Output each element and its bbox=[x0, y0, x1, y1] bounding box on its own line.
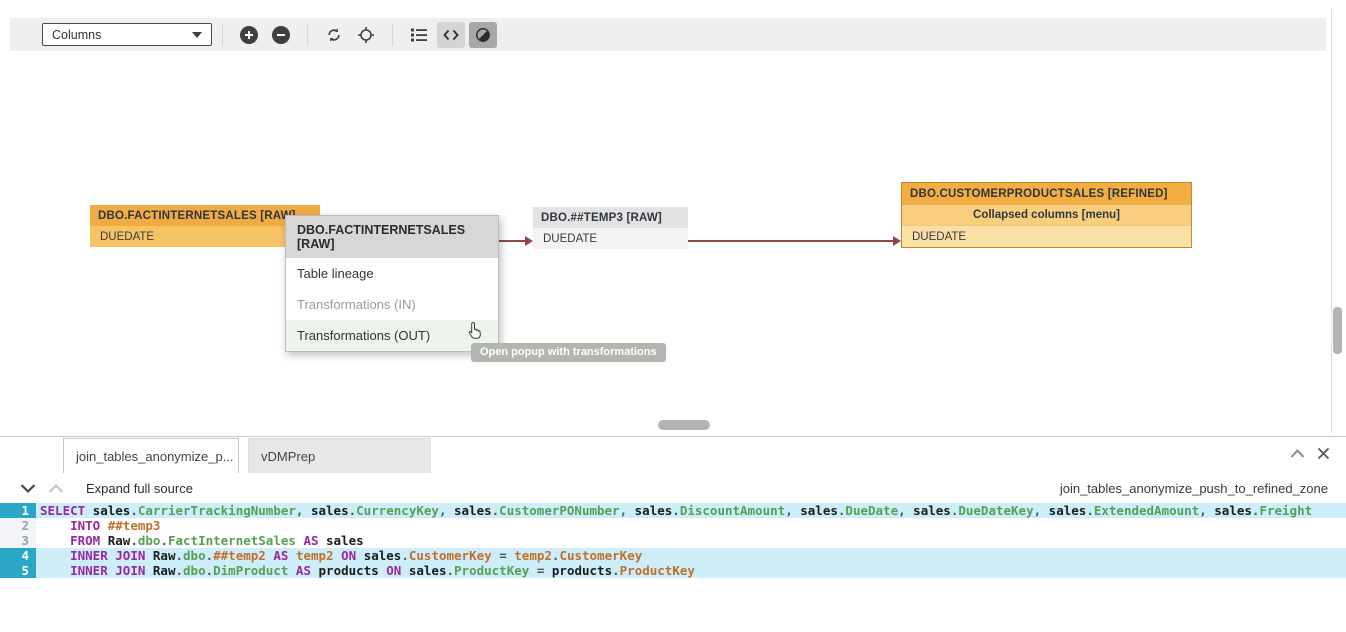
contrast-icon bbox=[475, 27, 491, 43]
arrowhead-icon bbox=[893, 236, 901, 246]
line-number: 4 bbox=[0, 548, 36, 563]
code-icon bbox=[443, 29, 459, 41]
context-menu-title: DBO.FACTINTERNETSALES [RAW] bbox=[286, 216, 498, 258]
code-view-button[interactable] bbox=[437, 22, 465, 48]
minus-circle-icon bbox=[272, 26, 290, 44]
tab-join-tables-anonymize[interactable]: join_tables_anonymize_p... bbox=[63, 438, 239, 473]
column-row-duedate[interactable]: DUEDATE bbox=[533, 228, 688, 249]
hand-cursor-icon bbox=[467, 321, 484, 345]
code-line: 4 INNER JOIN Raw.dbo.##temp2 AS temp2 ON… bbox=[0, 548, 1346, 563]
close-panel-icon[interactable] bbox=[1317, 447, 1330, 460]
zoom-out-button[interactable] bbox=[267, 22, 295, 48]
code-line: 3 FROM Raw.dbo.FactInternetSales AS sale… bbox=[0, 533, 1346, 548]
tab-label: join_tables_anonymize_p... bbox=[76, 449, 234, 464]
line-number: 2 bbox=[0, 518, 36, 533]
refresh-icon bbox=[325, 26, 343, 44]
code-text: SELECT sales.CarrierTrackingNumber, sale… bbox=[36, 503, 1312, 518]
chevron-down-icon bbox=[192, 32, 202, 38]
line-number: 1 bbox=[0, 503, 36, 518]
chevron-down-icon[interactable] bbox=[20, 483, 36, 494]
collapsed-columns-menu[interactable]: Collapsed columns [menu] bbox=[902, 205, 1191, 226]
crosshair-icon bbox=[357, 26, 375, 44]
table-node-temp3: DBO.##TEMP3 [RAW] DUEDATE bbox=[533, 207, 688, 249]
tooltip: Open popup with transformations bbox=[471, 343, 666, 362]
code-text: INNER JOIN Raw.dbo.##temp2 AS temp2 ON s… bbox=[36, 548, 642, 563]
toolbar-separator bbox=[307, 24, 308, 46]
column-row-duedate[interactable]: DUEDATE bbox=[902, 226, 1191, 247]
expand-full-source-button[interactable]: Expand full source bbox=[86, 481, 193, 496]
menu-item-table-lineage[interactable]: Table lineage bbox=[286, 258, 498, 289]
lineage-edge bbox=[688, 240, 894, 242]
table-node-header[interactable]: DBO.CUSTOMERPRODUCTSALES [REFINED] bbox=[902, 183, 1191, 205]
tab-label: vDMPrep bbox=[261, 449, 315, 464]
vertical-scrollbar-thumb[interactable] bbox=[1333, 307, 1342, 354]
vertical-scrollbar-track bbox=[1331, 10, 1343, 433]
tabs-row: join_tables_anonymize_p... vDMPrep bbox=[0, 437, 1346, 473]
list-view-button[interactable] bbox=[405, 22, 433, 48]
contrast-button[interactable] bbox=[469, 22, 497, 48]
horizontal-scrollbar-thumb[interactable] bbox=[658, 420, 710, 430]
code-line: 5 INNER JOIN Raw.dbo.DimProduct AS produ… bbox=[0, 563, 1346, 578]
fit-view-button[interactable] bbox=[352, 22, 380, 48]
code-text: FROM Raw.dbo.FactInternetSales AS sales bbox=[36, 533, 364, 548]
code-line: 2 INTO ##temp3 bbox=[0, 518, 1346, 533]
collapse-panel-icon[interactable] bbox=[1290, 448, 1305, 459]
lineage-edge bbox=[499, 240, 526, 242]
table-node-header[interactable]: DBO.##TEMP3 [RAW] bbox=[533, 207, 688, 228]
toolbar-separator bbox=[222, 24, 223, 46]
lineage-app-window: Columns bbox=[0, 0, 1346, 632]
menu-item-transformations-in: Transformations (IN) bbox=[286, 289, 498, 320]
canvas-toolbar: Columns bbox=[10, 18, 1326, 51]
code-text: INNER JOIN Raw.dbo.DimProduct AS product… bbox=[36, 563, 695, 578]
source-name-label: join_tables_anonymize_push_to_refined_zo… bbox=[1060, 481, 1328, 496]
sql-code: 1SELECT sales.CarrierTrackingNumber, sal… bbox=[0, 503, 1346, 627]
line-number: 3 bbox=[0, 533, 36, 548]
table-node-customerproductsales: DBO.CUSTOMERPRODUCTSALES [REFINED] Colla… bbox=[901, 182, 1192, 248]
list-icon bbox=[410, 27, 428, 43]
columns-dropdown[interactable]: Columns bbox=[42, 23, 212, 46]
source-panel: join_tables_anonymize_p... vDMPrep E bbox=[0, 437, 1346, 632]
arrowhead-icon bbox=[525, 236, 533, 246]
tab-vdmprep[interactable]: vDMPrep bbox=[248, 438, 431, 473]
zoom-in-button[interactable] bbox=[235, 22, 263, 48]
code-text: INTO ##temp3 bbox=[36, 518, 160, 533]
code-line: 1SELECT sales.CarrierTrackingNumber, sal… bbox=[0, 503, 1346, 518]
chevron-up-icon[interactable] bbox=[48, 483, 64, 494]
line-number: 5 bbox=[0, 563, 36, 578]
toolbar-separator bbox=[392, 24, 393, 46]
refresh-button[interactable] bbox=[320, 22, 348, 48]
panel-controls bbox=[1290, 447, 1330, 460]
plus-circle-icon bbox=[240, 26, 258, 44]
source-header-row: Expand full source join_tables_anonymize… bbox=[0, 473, 1346, 503]
columns-dropdown-value: Columns bbox=[52, 28, 101, 42]
